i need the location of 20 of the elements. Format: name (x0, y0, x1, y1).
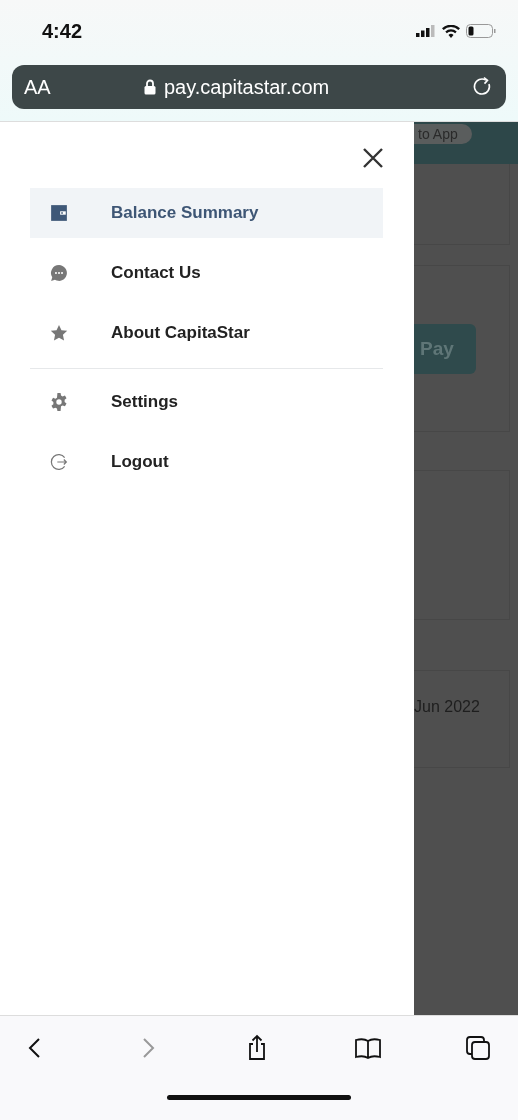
settings-icon (50, 393, 68, 411)
menu-item[interactable]: Settings (30, 377, 383, 427)
menu-item[interactable]: Balance Summary (30, 188, 383, 238)
menu-item[interactable]: Logout (30, 437, 383, 487)
battery-icon (466, 24, 496, 38)
menu-item[interactable]: About CapitaStar (30, 308, 383, 358)
url-text: pay.capitastar.com (164, 75, 330, 99)
wifi-icon (442, 24, 460, 38)
logout-icon (50, 453, 68, 471)
address-bar[interactable]: AA pay.capitastar.com (12, 65, 506, 109)
star-icon (50, 324, 68, 342)
tabs-icon[interactable] (464, 1034, 492, 1062)
clock-time: 4:42 (42, 19, 83, 43)
chat-bubble-icon (50, 264, 68, 282)
close-button[interactable] (361, 146, 385, 170)
signal-icon (416, 25, 436, 37)
menu-item[interactable]: Contact Us (30, 248, 383, 298)
lock-icon (144, 79, 156, 95)
text-size-button[interactable]: AA (24, 75, 144, 99)
wallet-icon (50, 204, 68, 222)
